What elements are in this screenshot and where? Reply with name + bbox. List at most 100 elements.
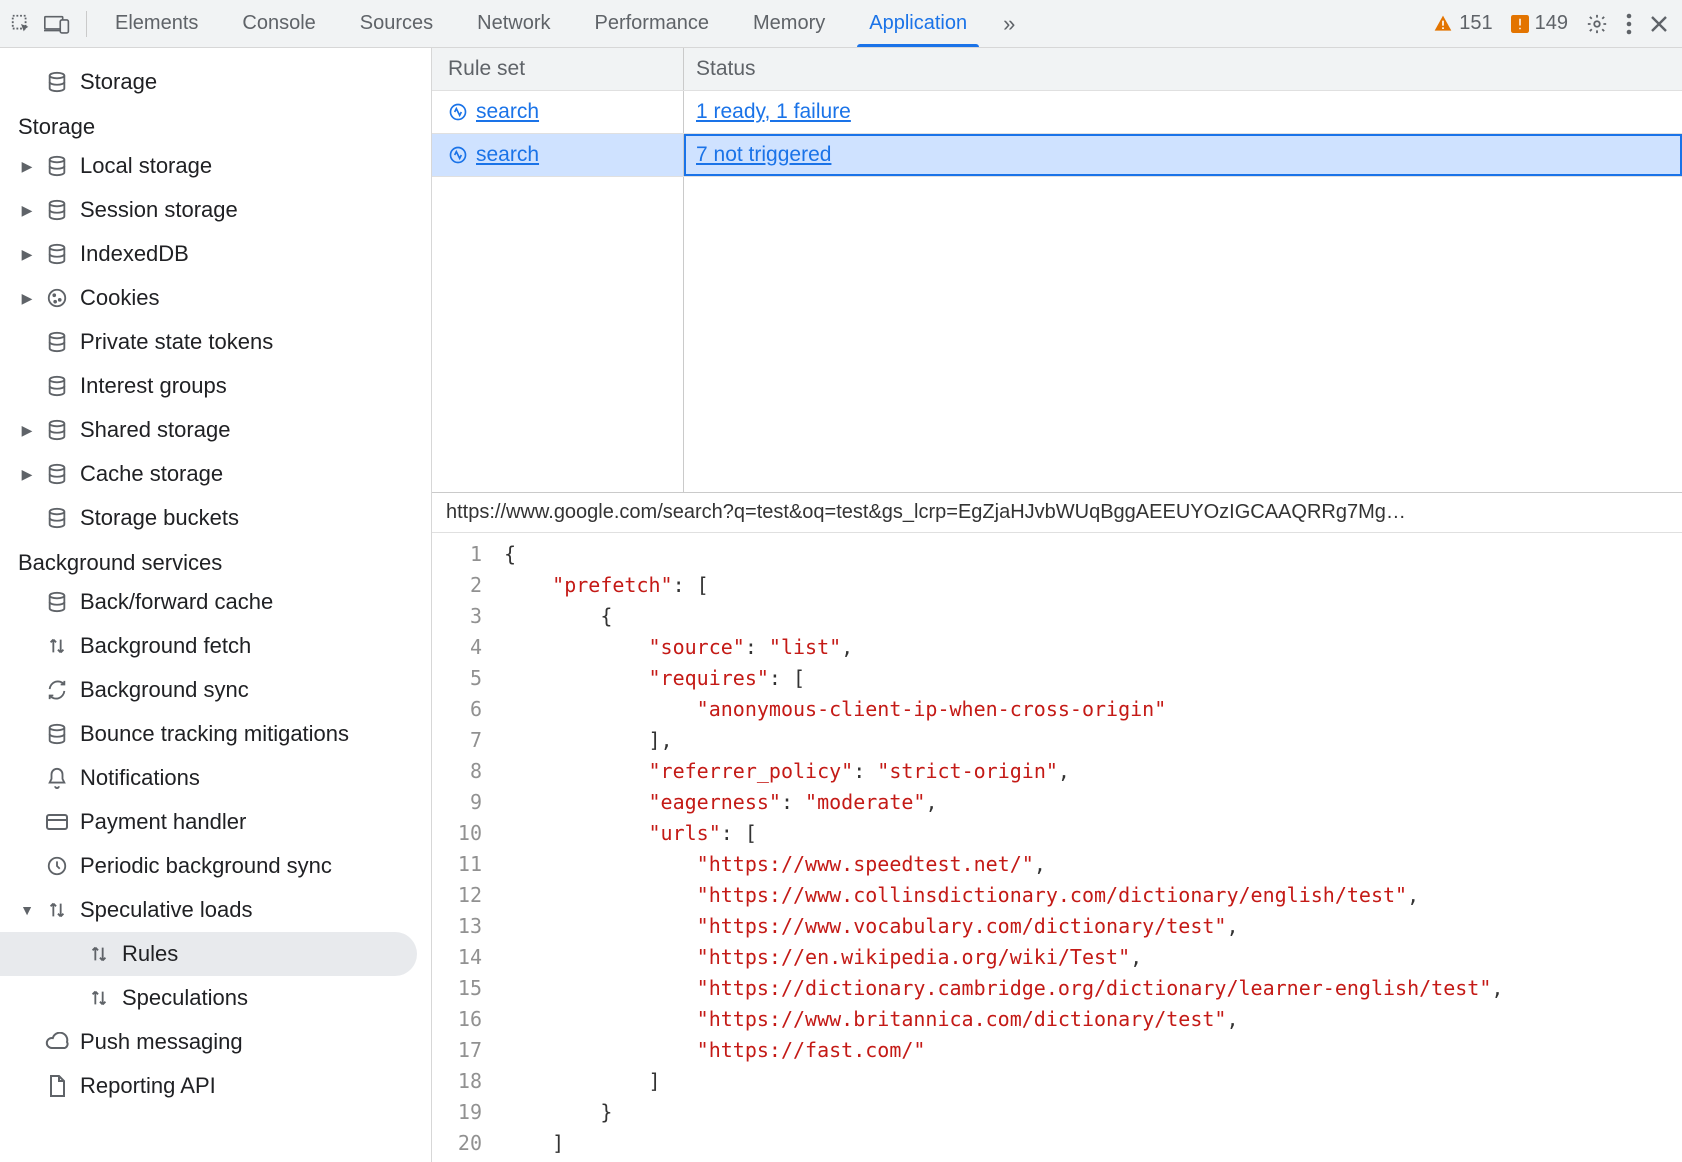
db-icon	[44, 723, 70, 745]
tree-label: Payment handler	[80, 809, 246, 835]
tree-label: Local storage	[80, 153, 212, 179]
sidebar-item-push-messaging[interactable]: ▶Push messaging	[0, 1020, 431, 1064]
tree-label: Back/forward cache	[80, 589, 273, 615]
ruleset-link[interactable]: search	[476, 100, 539, 124]
tab-console[interactable]: Console	[220, 0, 337, 47]
ruleset-link[interactable]: search	[476, 143, 539, 167]
sidebar-item-speculations[interactable]: ▶Speculations	[0, 976, 431, 1020]
sidebar-item-periodic-background-sync[interactable]: ▶Periodic background sync	[0, 844, 431, 888]
panel-tabs: ElementsConsoleSourcesNetworkPerformance…	[93, 0, 989, 47]
expand-arrow-icon[interactable]: ▶	[20, 158, 34, 175]
sidebar-item-back-forward-cache[interactable]: ▶Back/forward cache	[0, 580, 431, 624]
updown-icon	[44, 899, 70, 921]
sidebar-item-indexeddb[interactable]: ▶ IndexedDB	[0, 232, 431, 276]
db-icon	[44, 331, 70, 353]
gear-icon[interactable]	[1586, 13, 1608, 35]
device-toggle-icon[interactable]	[44, 14, 70, 34]
expand-arrow-icon[interactable]: ▶	[20, 246, 34, 263]
tree-label: Speculative loads	[80, 897, 252, 923]
tree-label: Storage	[80, 69, 157, 95]
sidebar-item-interest-groups[interactable]: ▶Interest groups	[0, 364, 431, 408]
tree-label: Push messaging	[80, 1029, 243, 1055]
tab-sources[interactable]: Sources	[338, 0, 455, 47]
more-tabs-button[interactable]: »	[989, 11, 1029, 37]
expand-arrow-icon[interactable]: ▶	[20, 466, 34, 483]
cookie-icon	[44, 287, 70, 309]
tab-application[interactable]: Application	[847, 0, 989, 47]
db-icon	[44, 199, 70, 221]
sidebar-item-session-storage[interactable]: ▶ Session storage	[0, 188, 431, 232]
column-header-status[interactable]: Status	[684, 48, 1682, 90]
sidebar-item-storage-buckets[interactable]: ▶Storage buckets	[0, 496, 431, 540]
ruleset-icon	[448, 102, 468, 122]
status-link[interactable]: 1 ready, 1 failure	[696, 100, 851, 124]
updown-icon	[44, 635, 70, 657]
tree-label: Shared storage	[80, 417, 230, 443]
sidebar-item-shared-storage[interactable]: ▶ Shared storage	[0, 408, 431, 452]
tree-label: IndexedDB	[80, 241, 189, 267]
application-sidebar: ▶StorageStorage▶Local storage▶Session st…	[0, 48, 432, 1162]
warnings-triangle-badge[interactable]: 151	[1433, 12, 1492, 35]
tab-elements[interactable]: Elements	[93, 0, 220, 47]
tree-label: Background sync	[80, 677, 249, 703]
tab-performance[interactable]: Performance	[573, 0, 732, 47]
kebab-menu-icon[interactable]	[1626, 13, 1632, 35]
db-icon	[44, 507, 70, 529]
sidebar-item-private-state-tokens[interactable]: ▶Private state tokens	[0, 320, 431, 364]
section-storage: Storage	[0, 104, 431, 144]
sidebar-item-payment-handler[interactable]: ▶Payment handler	[0, 800, 431, 844]
expand-arrow-icon[interactable]: ▶	[20, 202, 34, 219]
sidebar-item-cache-storage[interactable]: ▶ Cache storage	[0, 452, 431, 496]
ruleset-row[interactable]: search 7 not triggered	[432, 134, 1682, 177]
expand-arrow-icon[interactable]: ▶	[20, 290, 34, 307]
ruleset-table: Rule set Status search 1 ready, 1 failure…	[432, 48, 1682, 493]
expand-arrow-icon[interactable]: ▶	[20, 422, 34, 439]
db-icon	[44, 591, 70, 613]
cloud-icon	[44, 1032, 70, 1052]
tree-label: Speculations	[122, 985, 248, 1011]
tree-label: Cache storage	[80, 461, 223, 487]
status-link[interactable]: 7 not triggered	[696, 143, 831, 167]
close-icon[interactable]	[1650, 15, 1668, 33]
sidebar-item-notifications[interactable]: ▶Notifications	[0, 756, 431, 800]
tree-label: Rules	[122, 941, 178, 967]
ruleset-row[interactable]: search 1 ready, 1 failure	[432, 91, 1682, 134]
expand-arrow-icon[interactable]: ▼	[20, 902, 34, 918]
db-icon	[44, 375, 70, 397]
tree-label: Interest groups	[80, 373, 227, 399]
rules-panel: Rule set Status search 1 ready, 1 failure…	[432, 48, 1682, 1162]
updown-icon	[86, 987, 112, 1009]
sidebar-item-background-sync[interactable]: ▶Background sync	[0, 668, 431, 712]
sidebar-item-reporting-api[interactable]: ▶Reporting API	[0, 1064, 431, 1108]
sidebar-item-cookies[interactable]: ▶ Cookies	[0, 276, 431, 320]
divider	[86, 11, 87, 37]
file-icon	[44, 1074, 70, 1098]
db-icon	[44, 155, 70, 177]
sidebar-item-background-fetch[interactable]: ▶Background fetch	[0, 624, 431, 668]
ruleset-url: https://www.google.com/search?q=test&oq=…	[432, 493, 1682, 533]
warnings-triangle-count: 151	[1459, 12, 1492, 35]
tab-memory[interactable]: Memory	[731, 0, 847, 47]
tree-label: Session storage	[80, 197, 238, 223]
sidebar-item-rules[interactable]: ▶Rules	[0, 932, 417, 976]
sidebar-item-bounce-tracking-mitigations[interactable]: ▶Bounce tracking mitigations	[0, 712, 431, 756]
tab-network[interactable]: Network	[455, 0, 572, 47]
sidebar-item-local-storage[interactable]: ▶ Local storage	[0, 144, 431, 188]
tree-label: Reporting API	[80, 1073, 216, 1099]
tree-label: Cookies	[80, 285, 159, 311]
sidebar-item-speculative-loads[interactable]: ▼ Speculative loads	[0, 888, 431, 932]
card-icon	[44, 812, 70, 832]
db-icon	[44, 419, 70, 441]
ruleset-json-source[interactable]: 123456789101112131415161718192021 { "pre…	[432, 533, 1682, 1162]
updown-icon	[86, 943, 112, 965]
tree-label: Background fetch	[80, 633, 251, 659]
tree-label: Notifications	[80, 765, 200, 791]
warnings-square-count: 149	[1535, 12, 1568, 35]
sidebar-item-storage[interactable]: ▶Storage	[0, 60, 431, 104]
column-header-ruleset[interactable]: Rule set	[432, 48, 684, 90]
inspect-icon[interactable]	[10, 13, 32, 35]
clock-icon	[44, 855, 70, 877]
devtools-toolbar: ElementsConsoleSourcesNetworkPerformance…	[0, 0, 1682, 48]
section-background-services: Background services	[0, 540, 431, 580]
warnings-square-badge[interactable]: 149	[1511, 12, 1568, 35]
